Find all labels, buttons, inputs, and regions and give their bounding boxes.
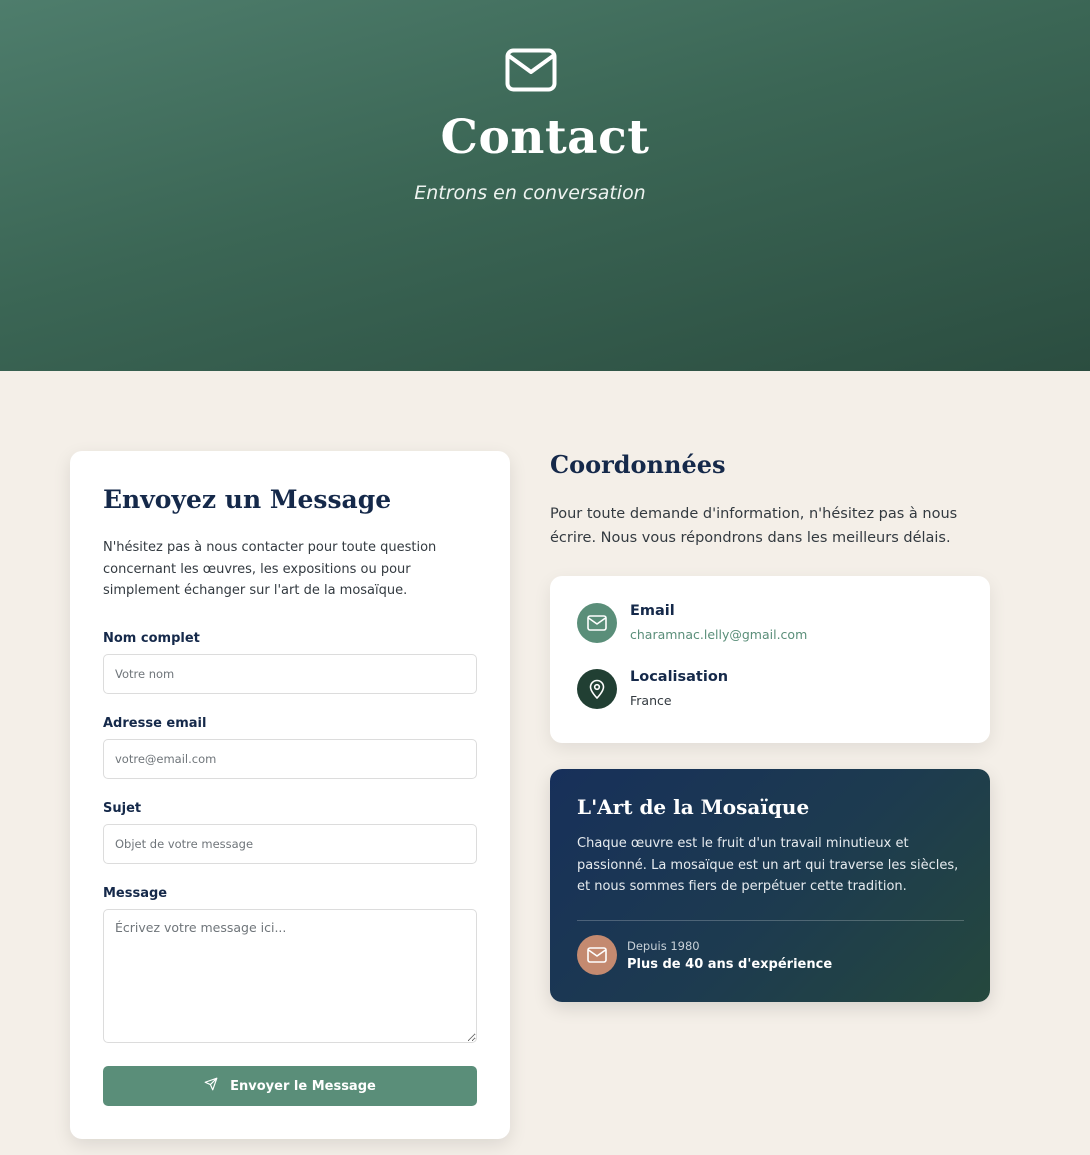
send-message-label: Envoyer le Message — [230, 1078, 376, 1094]
name-field-group: Nom complet — [103, 631, 477, 694]
since-label: Depuis 1980 — [627, 938, 700, 953]
form-intro: N'hésitez pas à nous contacter pour tout… — [103, 540, 437, 598]
location-value: France — [630, 693, 672, 708]
email-info-label: Email — [630, 603, 675, 619]
contact-info-card: Email charamnac.lelly@gmail.com Localisa… — [550, 576, 990, 743]
page-title: Contact — [440, 110, 650, 165]
page-subtitle: Entrons en conversation — [414, 182, 646, 204]
hero-banner: Contact Entrons en conversation — [0, 0, 1090, 371]
mosaic-art-card: L'Art de la Mosaïque Chaque œuvre est le… — [550, 769, 990, 1002]
message-textarea[interactable] — [103, 908, 477, 1043]
name-label: Nom complet — [103, 630, 200, 646]
art-title: L'Art de la Mosaïque — [577, 795, 810, 819]
form-title: Envoyez un Message — [103, 485, 392, 514]
send-icon — [204, 1077, 218, 1095]
message-field-group: Message — [103, 886, 477, 1043]
subject-label: Sujet — [103, 800, 142, 816]
subject-field-group: Sujet — [103, 801, 477, 864]
contact-form-card: Envoyez un Message N'hésitez pas à nous … — [70, 451, 510, 1139]
email-label: Adresse email — [103, 715, 207, 731]
map-pin-icon — [577, 669, 617, 709]
location-info-row: Localisation France — [577, 669, 728, 709]
name-input[interactable] — [103, 653, 477, 694]
mail-icon — [505, 48, 557, 92]
subject-input[interactable] — [103, 823, 477, 864]
divider — [577, 920, 964, 921]
email-field-group: Adresse email — [103, 716, 477, 779]
send-message-button[interactable]: Envoyer le Message — [103, 1066, 477, 1106]
coordinates-text: Pour toute demande d'information, n'hési… — [550, 506, 958, 546]
mail-icon — [577, 603, 617, 643]
coordinates-title: Coordonnées — [550, 450, 726, 479]
mail-icon — [577, 935, 617, 975]
email-link[interactable]: charamnac.lelly@gmail.com — [630, 627, 807, 642]
experience-row: Depuis 1980 Plus de 40 ans d'expérience — [577, 935, 832, 975]
message-label: Message — [103, 885, 168, 901]
art-description: Chaque œuvre est le fruit d'un travail m… — [577, 836, 959, 894]
location-info-label: Localisation — [630, 669, 729, 685]
email-info-row: Email charamnac.lelly@gmail.com — [577, 603, 807, 643]
experience-label: Plus de 40 ans d'expérience — [627, 956, 833, 972]
email-input[interactable] — [103, 738, 477, 779]
